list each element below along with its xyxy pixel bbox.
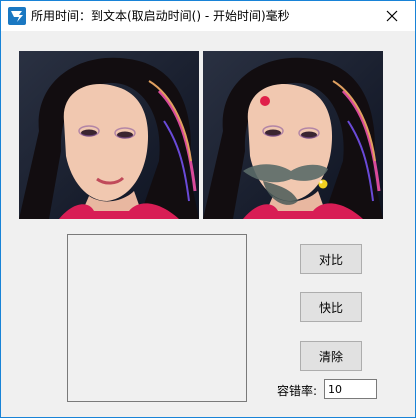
main-window: 所用时间：到文本(取启动时间() - 开始时间)毫秒 对比 快比 清除 容错率:…	[0, 0, 416, 418]
close-icon	[386, 7, 398, 26]
title-bar[interactable]: 所用时间：到文本(取启动时间() - 开始时间)毫秒	[1, 1, 415, 31]
modified-photo	[203, 51, 383, 219]
fast-compare-button[interactable]: 快比	[300, 292, 362, 322]
original-photo	[19, 51, 199, 219]
tolerance-input[interactable]	[324, 379, 377, 399]
compare-button[interactable]: 对比	[300, 244, 362, 274]
result-preview-box	[67, 234, 247, 402]
window-title: 所用时间：到文本(取启动时间() - 开始时间)毫秒	[31, 9, 290, 23]
clear-button[interactable]: 清除	[300, 341, 362, 371]
client-area: 对比 快比 清除 容错率:	[1, 31, 415, 417]
app-logo-icon	[8, 7, 26, 25]
close-button[interactable]	[369, 1, 415, 31]
tolerance-label: 容错率:	[277, 384, 318, 398]
